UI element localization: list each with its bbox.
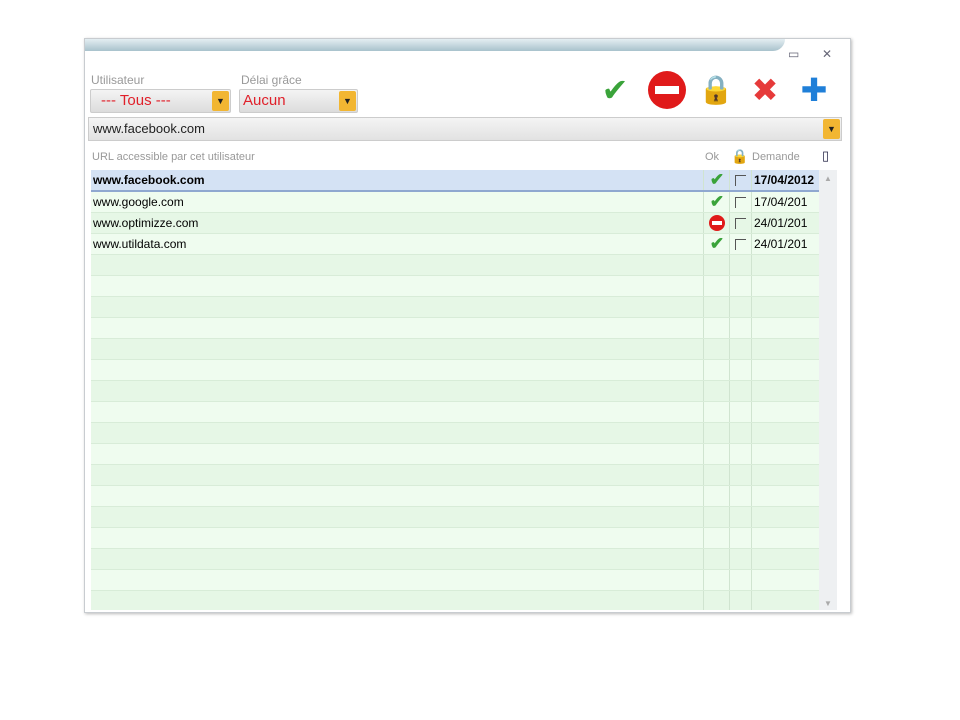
- empty-row: [91, 423, 819, 444]
- empty-row: [91, 297, 819, 318]
- row-lock-checkbox[interactable]: [729, 170, 752, 190]
- approve-button[interactable]: ✔: [597, 71, 633, 109]
- check-icon: ✔: [709, 170, 725, 189]
- table-row[interactable]: www.optimizze.com 24/01/201: [91, 213, 819, 234]
- row-status: ✔: [703, 192, 730, 212]
- column-header-date[interactable]: Demande: [752, 151, 800, 163]
- column-header-url[interactable]: URL accessible par cet utilisateur: [92, 151, 255, 163]
- checkbox-icon: [735, 175, 746, 186]
- row-lock-checkbox[interactable]: [729, 192, 752, 212]
- empty-row: [91, 591, 819, 610]
- grace-select[interactable]: Aucun ▼: [239, 89, 358, 113]
- block-button[interactable]: [648, 71, 686, 109]
- table-row[interactable]: www.google.com ✔ 17/04/201: [91, 192, 819, 213]
- title-bar: [85, 39, 785, 51]
- plus-icon: ✚: [800, 72, 828, 108]
- table-row[interactable]: www.facebook.com ✔ 17/04/2012: [91, 170, 819, 192]
- scroll-down-icon[interactable]: ▼: [819, 599, 837, 608]
- empty-row: [91, 276, 819, 297]
- check-icon: ✔: [601, 72, 629, 108]
- grace-label: Délai grâce: [241, 73, 302, 87]
- chevron-down-icon[interactable]: ▼: [212, 91, 229, 111]
- checkbox-icon: [735, 239, 746, 250]
- column-header-ok[interactable]: Ok: [705, 151, 719, 163]
- row-status: ✔: [703, 170, 730, 190]
- user-select[interactable]: --- Tous --- ▼: [90, 89, 231, 113]
- minimize-button[interactable]: ▭: [788, 47, 799, 61]
- lock-button[interactable]: 🔒: [698, 71, 734, 109]
- empty-row: [91, 549, 819, 570]
- empty-row: [91, 507, 819, 528]
- checkbox-icon: [735, 197, 746, 208]
- row-date: 24/01/201: [751, 213, 819, 233]
- row-url: www.optimizze.com: [93, 216, 199, 230]
- row-url: www.facebook.com: [93, 173, 205, 187]
- chevron-down-icon[interactable]: ▼: [339, 91, 356, 111]
- column-chooser-icon[interactable]: ▯: [822, 148, 829, 164]
- row-date: 17/04/2012: [751, 170, 819, 190]
- lock-icon: 🔒: [698, 74, 734, 105]
- grace-select-value: Aucun: [243, 92, 286, 109]
- empty-row: [91, 360, 819, 381]
- x-icon: ✖: [751, 72, 779, 108]
- column-header-lock-icon[interactable]: 🔒: [731, 148, 748, 165]
- no-entry-icon: [648, 71, 686, 109]
- checkbox-icon: [735, 218, 746, 229]
- empty-row: [91, 381, 819, 402]
- chevron-down-icon[interactable]: ▼: [823, 119, 840, 139]
- check-icon: ✔: [709, 234, 725, 253]
- row-url: www.utildata.com: [93, 237, 187, 251]
- url-input-value: www.facebook.com: [93, 121, 205, 136]
- delete-button[interactable]: ✖: [747, 71, 783, 109]
- row-lock-checkbox[interactable]: [729, 213, 752, 233]
- empty-row: [91, 402, 819, 423]
- add-button[interactable]: ✚: [796, 71, 832, 109]
- row-url: www.google.com: [93, 195, 184, 209]
- table-row[interactable]: www.utildata.com ✔ 24/01/201: [91, 234, 819, 255]
- check-icon: ✔: [709, 192, 725, 211]
- close-button[interactable]: ✕: [822, 47, 832, 61]
- vertical-scrollbar[interactable]: ▲ ▼: [819, 170, 837, 610]
- user-label: Utilisateur: [91, 73, 145, 87]
- empty-row: [91, 255, 819, 276]
- empty-row: [91, 444, 819, 465]
- empty-row: [91, 570, 819, 591]
- empty-row: [91, 465, 819, 486]
- scroll-up-icon[interactable]: ▲: [819, 174, 837, 183]
- url-filter-window: ▭ ✕ Utilisateur --- Tous --- ▼ Délai grâ…: [84, 38, 851, 613]
- empty-row: [91, 339, 819, 360]
- row-lock-checkbox[interactable]: [729, 234, 752, 254]
- row-date: 24/01/201: [751, 234, 819, 254]
- url-input[interactable]: www.facebook.com ▼: [88, 117, 842, 141]
- empty-row: [91, 486, 819, 507]
- no-entry-icon: [709, 215, 725, 231]
- row-status: [703, 213, 730, 233]
- row-status: ✔: [703, 234, 730, 254]
- row-date: 17/04/201: [751, 192, 819, 212]
- empty-row: [91, 528, 819, 549]
- url-table: www.facebook.com ✔ 17/04/2012 www.google.…: [91, 170, 819, 610]
- empty-row: [91, 318, 819, 339]
- user-select-value: --- Tous ---: [101, 92, 171, 109]
